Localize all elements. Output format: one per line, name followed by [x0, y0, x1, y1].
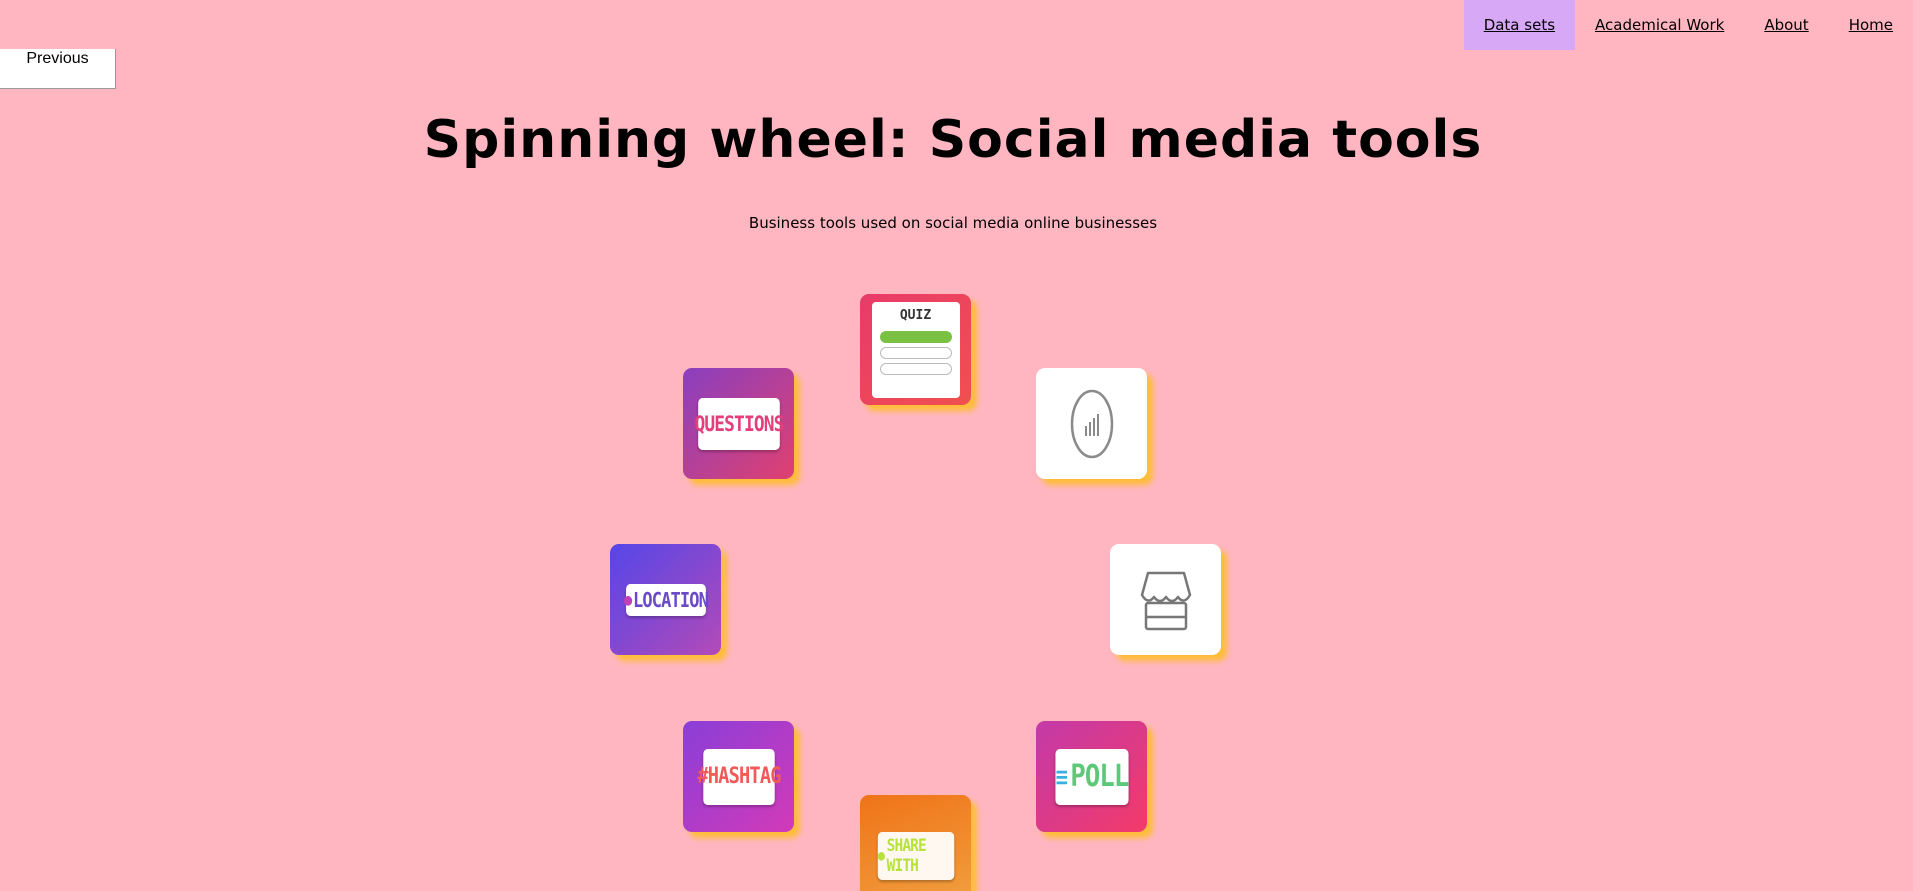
share-with-label: SHARE WITH: [886, 835, 926, 876]
quiz-option-correct: [879, 330, 952, 343]
tool-location[interactable]: ● LOCATION: [610, 544, 721, 655]
share-with-sticker: ● SHARE WITH: [877, 831, 954, 880]
quiz-sticker: QUIZ: [871, 301, 960, 398]
location-pin-icon: ●: [623, 590, 631, 609]
page: Data sets Academical Work About Home Pre…: [0, 0, 1913, 891]
countdown-icon: [1070, 389, 1113, 458]
person-icon: ●: [877, 847, 884, 864]
quiz-option: [879, 346, 952, 359]
tool-hashtag[interactable]: #HASHTAG: [683, 721, 794, 832]
tool-poll[interactable]: ≡ POLL: [1036, 721, 1147, 832]
tool-countdown[interactable]: [1036, 368, 1147, 479]
poll-lines-icon: ≡: [1055, 762, 1067, 791]
tool-questions[interactable]: QUESTIONS: [683, 368, 794, 479]
tool-share-with[interactable]: ● SHARE WITH: [860, 795, 971, 891]
questions-label: QUESTIONS: [693, 411, 784, 436]
hashtag-label: #HASHTAG: [696, 764, 781, 789]
hashtag-sticker: #HASHTAG: [697, 748, 781, 805]
location-label: LOCATION: [632, 587, 708, 612]
location-sticker: ● LOCATION: [623, 583, 708, 616]
poll-label: POLL: [1069, 759, 1129, 794]
quiz-label: QUIZ: [899, 307, 932, 323]
shop-icon: [1140, 571, 1191, 630]
tool-shop[interactable]: [1110, 544, 1221, 655]
questions-sticker: QUESTIONS: [694, 397, 784, 450]
tool-quiz[interactable]: QUIZ: [860, 294, 971, 405]
quiz-option: [879, 362, 952, 375]
poll-sticker: ≡ POLL: [1054, 748, 1129, 805]
spinning-wheel: QUIZ ≡ POLL ● SHARE WITH #HASHTAG ● LOCA…: [0, 0, 1913, 891]
